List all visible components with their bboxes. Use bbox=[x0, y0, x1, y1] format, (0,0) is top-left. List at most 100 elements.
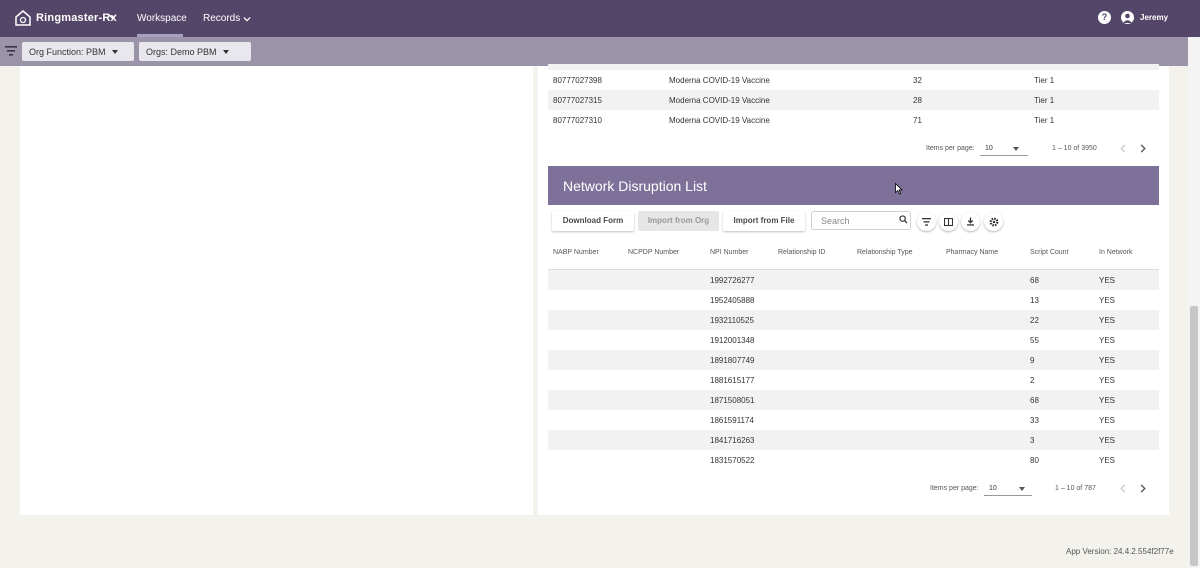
cell-tier: Tier 1 bbox=[1034, 96, 1055, 105]
cell-npi: 1861591174 bbox=[710, 416, 754, 425]
page-size-select[interactable]: 10 bbox=[984, 482, 1032, 496]
settings-button[interactable] bbox=[984, 212, 1003, 231]
table-row[interactable]: 1992726277 68 YES bbox=[548, 270, 1159, 290]
col-relationship-id[interactable]: Relationship ID bbox=[778, 249, 825, 256]
caret-down-icon bbox=[1013, 147, 1019, 151]
table-row[interactable]: 80777027310 Moderna COVID-19 Vaccine 71 … bbox=[548, 110, 1159, 130]
page-size-value: 10 bbox=[989, 485, 997, 492]
top-navigation-bar: Ringmaster-Rx Workspace Records ? Jeremy bbox=[0, 0, 1200, 37]
cell-id: 80777027398 bbox=[553, 76, 602, 85]
cell-npi: 1841716263 bbox=[710, 436, 755, 445]
cell-in-network: YES bbox=[1099, 376, 1116, 385]
cell-npi: 1992726277 bbox=[710, 276, 755, 285]
table-row[interactable]: 1841716263 3 YES bbox=[548, 430, 1159, 450]
download-form-button[interactable]: Download Form bbox=[552, 211, 634, 231]
cell-tier: Tier 1 bbox=[1034, 116, 1055, 125]
cell-npi: 1932110525 bbox=[710, 316, 754, 325]
page-size-value: 10 bbox=[985, 145, 993, 152]
download-button[interactable] bbox=[961, 212, 980, 231]
download-icon bbox=[967, 217, 974, 226]
cell-script-count: 55 bbox=[1030, 336, 1039, 345]
items-per-page-label: Items per page: bbox=[930, 485, 979, 492]
cell-script-count: 80 bbox=[1030, 456, 1039, 465]
app-switcher-chevron-icon[interactable] bbox=[108, 12, 117, 21]
col-pharmacy-name[interactable]: Pharmacy Name bbox=[946, 249, 998, 256]
pagination-range: 1 – 10 of 3950 bbox=[1052, 145, 1097, 152]
table-row[interactable]: 80777027315 Moderna COVID-19 Vaccine 28 … bbox=[548, 90, 1159, 110]
table-row[interactable]: 1871508051 68 YES bbox=[548, 390, 1159, 410]
col-npi-number[interactable]: NPI Number bbox=[710, 249, 749, 256]
nav-records-label: Records bbox=[203, 13, 241, 24]
cell-npi: 1881615177 bbox=[710, 376, 755, 385]
cell-in-network: YES bbox=[1099, 396, 1116, 405]
columns-button[interactable] bbox=[939, 212, 958, 231]
org-function-label: Org Function: PBM bbox=[29, 46, 106, 57]
ndl-title: Network Disruption List bbox=[563, 178, 707, 194]
cell-script-count: 9 bbox=[1030, 356, 1035, 365]
gear-icon bbox=[989, 217, 998, 226]
chevron-down-icon bbox=[243, 16, 251, 21]
table-row[interactable]: 80777027398 Moderna COVID-19 Vaccine 32 … bbox=[548, 70, 1159, 90]
table-row[interactable]: 1891807749 9 YES bbox=[548, 350, 1159, 370]
cell-in-network: YES bbox=[1099, 336, 1116, 345]
cell-npi: 1891807749 bbox=[710, 356, 755, 365]
table-row[interactable]: 1881615177 2 YES bbox=[548, 370, 1159, 390]
prev-page-icon[interactable] bbox=[1119, 484, 1127, 493]
help-icon[interactable]: ? bbox=[1098, 11, 1111, 24]
col-nabp-number[interactable]: NABP Number bbox=[553, 249, 599, 256]
orgs-label: Orgs: Demo PBM bbox=[146, 46, 217, 57]
cell-script-count: 33 bbox=[1030, 416, 1039, 425]
col-relationship-type[interactable]: Relationship Type bbox=[857, 249, 913, 256]
table-row[interactable]: 1912001348 55 YES bbox=[548, 330, 1159, 350]
app-version: App Version: 24.4.2.554f2f77e bbox=[1066, 547, 1174, 556]
user-name: Jeremy bbox=[1140, 13, 1169, 22]
table-row[interactable]: 1861591174 33 YES bbox=[548, 410, 1159, 430]
nav-records[interactable]: Records bbox=[203, 13, 251, 24]
cell-name: Moderna COVID-19 Vaccine bbox=[669, 116, 770, 125]
filter-bar: Org Function: PBM Orgs: Demo PBM bbox=[0, 37, 1188, 66]
filter-button[interactable] bbox=[917, 212, 936, 231]
filter-icon bbox=[922, 217, 931, 226]
table-row[interactable]: 1932110525 22 YES bbox=[548, 310, 1159, 330]
cell-script-count: 13 bbox=[1030, 296, 1039, 305]
caret-down-icon bbox=[111, 49, 118, 54]
filter-list-icon[interactable] bbox=[5, 46, 17, 56]
cell-in-network: YES bbox=[1099, 296, 1116, 305]
table-row[interactable]: 1952405888 13 YES bbox=[548, 290, 1159, 310]
nav-workspace[interactable]: Workspace bbox=[137, 13, 187, 24]
page-size-select[interactable]: 10 bbox=[980, 142, 1028, 156]
org-function-dropdown[interactable]: Org Function: PBM bbox=[22, 42, 134, 61]
app-logo[interactable]: Ringmaster-Rx bbox=[14, 9, 117, 27]
caret-down-icon bbox=[1019, 487, 1025, 491]
col-in-network[interactable]: In Network bbox=[1099, 249, 1132, 256]
search-icon[interactable] bbox=[899, 215, 908, 224]
user-menu[interactable]: Jeremy bbox=[1121, 11, 1168, 24]
orgs-dropdown[interactable]: Orgs: Demo PBM bbox=[139, 42, 251, 61]
prev-page-icon[interactable] bbox=[1119, 144, 1127, 153]
table-row[interactable]: 1831570522 80 YES bbox=[548, 450, 1159, 470]
cell-in-network: YES bbox=[1099, 416, 1116, 425]
import-from-file-button[interactable]: Import from File bbox=[723, 211, 805, 231]
scrollbar-thumb[interactable] bbox=[1190, 306, 1198, 566]
logo-icon bbox=[15, 10, 31, 26]
columns-icon bbox=[944, 217, 953, 226]
pagination-range: 1 – 10 of 787 bbox=[1055, 485, 1096, 492]
left-panel bbox=[20, 66, 533, 515]
cell-script-count: 68 bbox=[1030, 396, 1039, 405]
cell-script-count: 68 bbox=[1030, 276, 1039, 285]
cell-in-network: YES bbox=[1099, 316, 1116, 325]
avatar-icon bbox=[1121, 11, 1134, 24]
import-from-org-button[interactable]: Import from Org bbox=[638, 211, 719, 231]
next-page-icon[interactable] bbox=[1139, 144, 1147, 153]
cell-script-count: 2 bbox=[1030, 376, 1035, 385]
col-ncpdp-number[interactable]: NCPDP Number bbox=[628, 249, 679, 256]
cell-tier: Tier 1 bbox=[1034, 76, 1055, 85]
cell-count: 32 bbox=[913, 76, 922, 85]
cell-in-network: YES bbox=[1099, 436, 1116, 445]
next-page-icon[interactable] bbox=[1139, 484, 1147, 493]
app-name: Ringmaster-Rx bbox=[36, 12, 117, 24]
col-script-count[interactable]: Script Count bbox=[1030, 249, 1069, 256]
search-input[interactable]: Search bbox=[811, 211, 911, 230]
cell-in-network: YES bbox=[1099, 456, 1116, 465]
cell-npi: 1871508051 bbox=[710, 396, 755, 405]
